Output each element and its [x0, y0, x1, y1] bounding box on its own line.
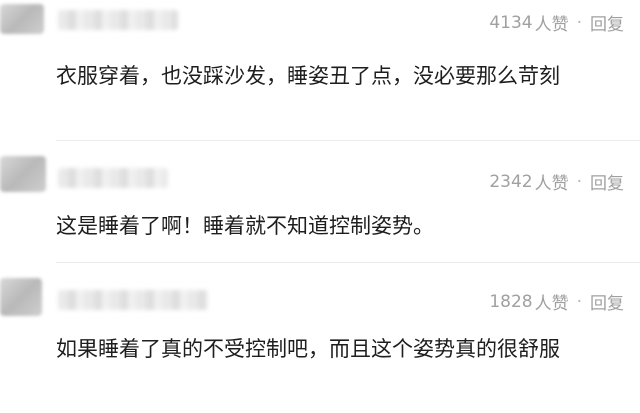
divider	[56, 140, 640, 141]
like-unit[interactable]: 人赞	[535, 169, 569, 194]
avatar[interactable]	[0, 278, 42, 316]
reply-button[interactable]: 回复	[590, 10, 624, 35]
divider	[56, 262, 640, 263]
comment-meta: 2342 人赞 · 回复	[489, 169, 624, 195]
like-unit[interactable]: 人赞	[535, 289, 569, 314]
like-count[interactable]: 1828	[489, 292, 532, 312]
reply-button[interactable]: 回复	[590, 289, 624, 314]
comment-text: 这是睡着了啊！睡着就不知道控制姿势。	[56, 214, 434, 238]
like-unit[interactable]: 人赞	[535, 10, 569, 35]
username-blurred[interactable]	[58, 10, 178, 30]
like-count[interactable]: 2342	[489, 172, 532, 192]
meta-separator: ·	[576, 171, 582, 192]
avatar[interactable]	[0, 4, 44, 34]
username-blurred[interactable]	[58, 290, 208, 310]
comment-meta: 1828 人赞 · 回复	[489, 289, 624, 315]
comment-meta: 4134 人赞 · 回复	[489, 10, 624, 36]
meta-separator: ·	[576, 291, 582, 312]
reply-button[interactable]: 回复	[590, 169, 624, 194]
username-blurred[interactable]	[58, 168, 168, 188]
comment-text: 衣服穿着，也没踩沙发，睡姿丑了点，没必要那么苛刻	[56, 64, 560, 88]
avatar[interactable]	[0, 156, 46, 192]
meta-separator: ·	[576, 12, 582, 33]
like-count[interactable]: 4134	[489, 13, 532, 33]
comment-text: 如果睡着了真的不受控制吧，而且这个姿势真的很舒服	[56, 337, 560, 361]
